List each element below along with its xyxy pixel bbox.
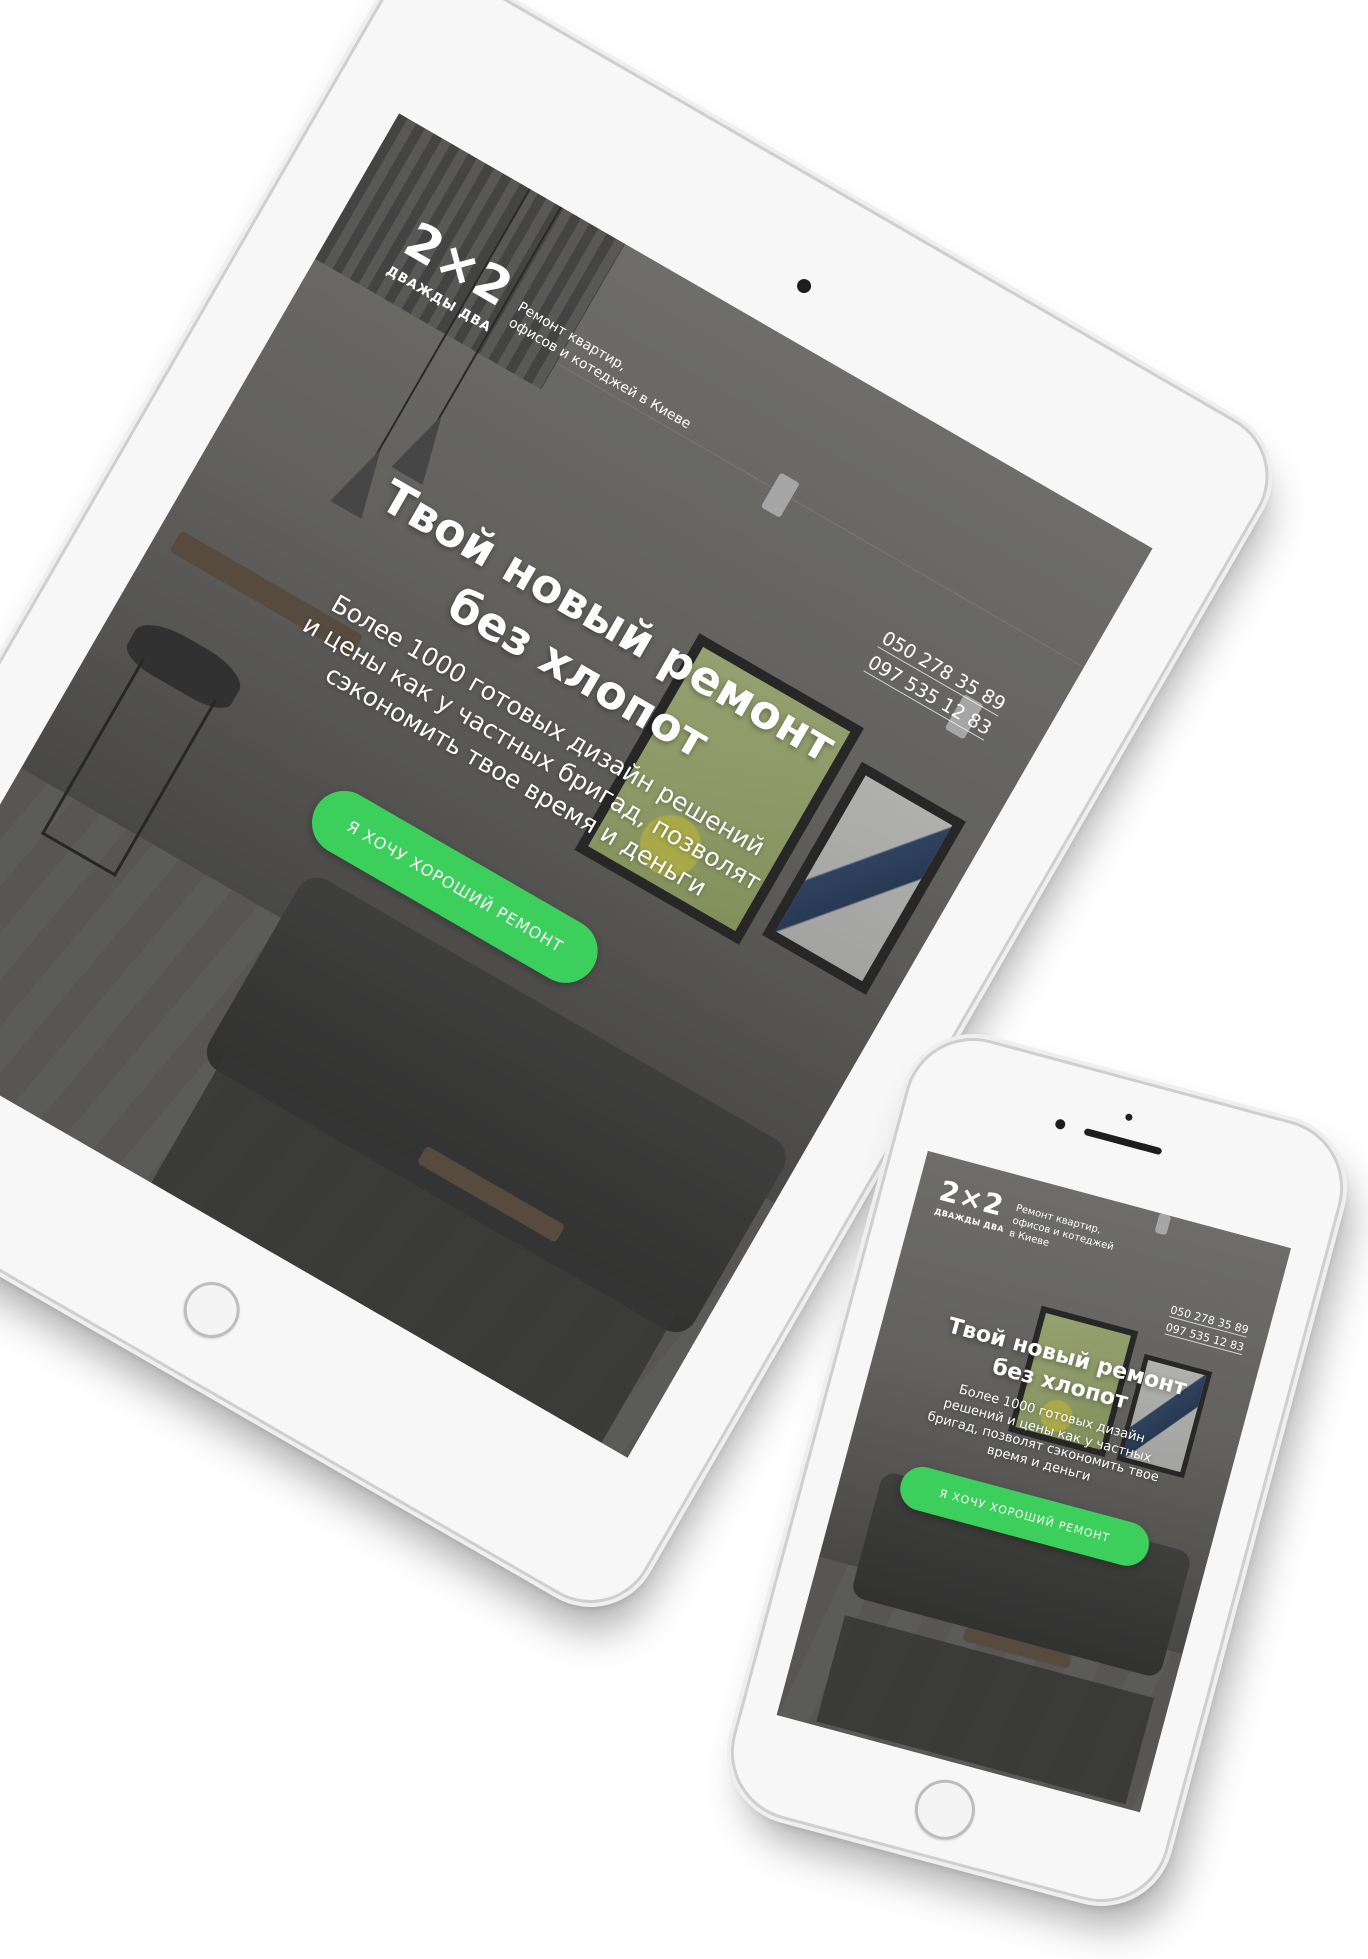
hero-section: 2×2 ДВАЖДЫ ДВА Ремонт квартир, офисов и … bbox=[777, 1151, 1291, 1812]
phone-screen[interactable]: 2×2 ДВАЖДЫ ДВА Ремонт квартир, офисов и … bbox=[776, 1150, 1292, 1813]
tagline: Ремонт квартир, офисов и котеджей в Киев… bbox=[1008, 1202, 1119, 1267]
tagline-line: Ремонт квартир, bbox=[514, 299, 630, 375]
phone: 2×2 ДВАЖДЫ ДВА Ремонт квартир, офисов и … bbox=[719, 1026, 1355, 1914]
phone-device: 2×2 ДВАЖДЫ ДВА Ремонт квартир, офисов и … bbox=[719, 1026, 1355, 1914]
tagline-line: офисов и котеджей в Киеве bbox=[505, 314, 694, 433]
tagline: Ремонт квартир, офисов и котеджей в Киев… bbox=[505, 298, 703, 433]
